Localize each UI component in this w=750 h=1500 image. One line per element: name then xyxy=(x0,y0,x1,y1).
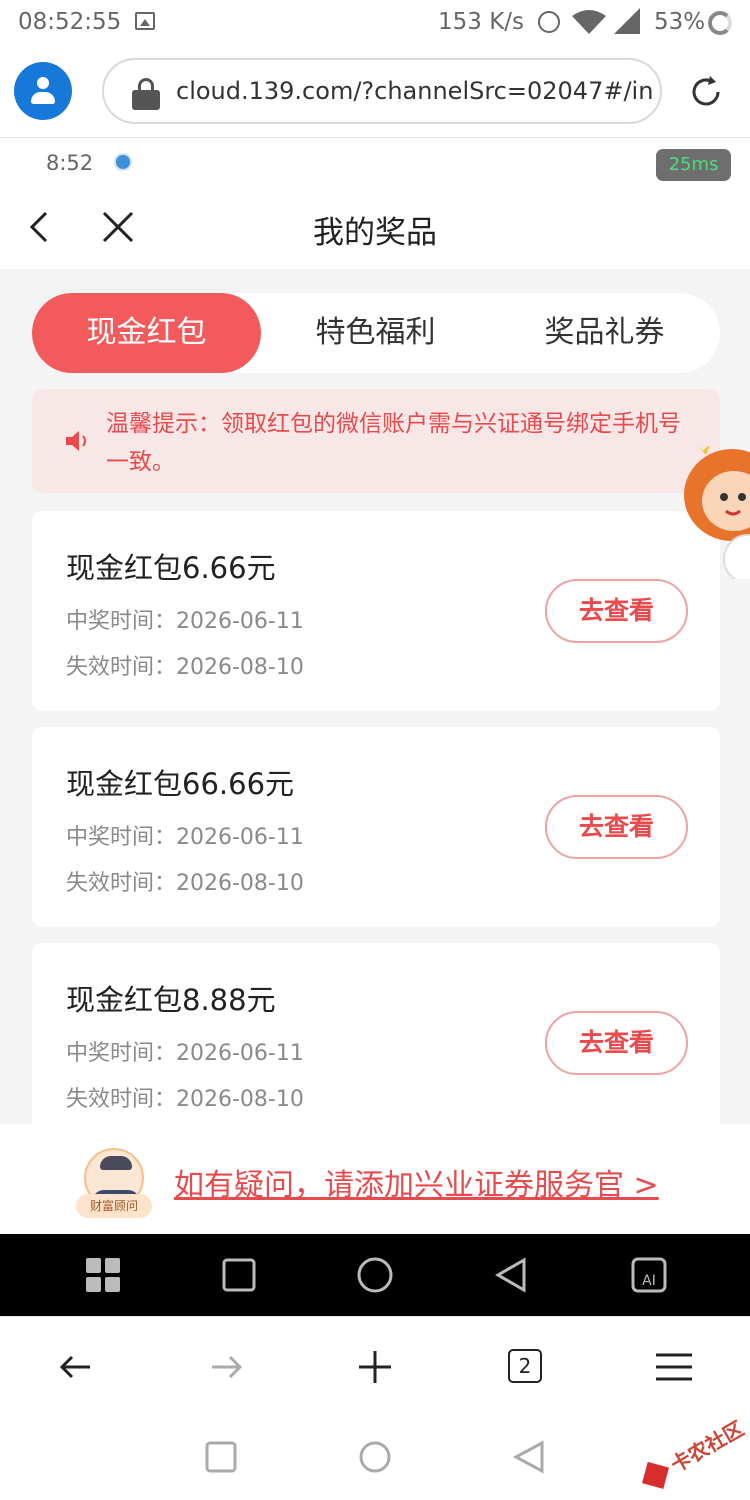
speaker-icon xyxy=(66,431,86,451)
home-icon[interactable] xyxy=(356,1256,394,1294)
reload-icon[interactable] xyxy=(688,74,724,110)
alarm-icon xyxy=(538,11,560,33)
battery-icon xyxy=(708,11,732,35)
mascot-icon[interactable] xyxy=(682,439,750,579)
battery-percent: 53% xyxy=(654,9,706,35)
recents-icon[interactable] xyxy=(220,1256,258,1294)
status-time: 08:52:55 xyxy=(18,9,122,35)
url-text: cloud.139.com/?channelSrc=02047#/inst xyxy=(176,77,652,105)
prize-card: 现金红包8.88元 中奖时间：2026-06-11 失效时间：2026-08-1… xyxy=(32,943,720,1124)
nav-header: 我的奖品 xyxy=(0,185,750,269)
tab-count-button[interactable]: 2 xyxy=(508,1349,542,1383)
expire-time: 失效时间：2026-08-10 xyxy=(66,655,304,680)
advisor-badge: 财富顾问 xyxy=(76,1194,152,1218)
home-icon[interactable] xyxy=(358,1440,392,1474)
browser-back-icon[interactable] xyxy=(58,1349,94,1385)
browser-address-bar: cloud.139.com/?channelSrc=02047#/inst xyxy=(0,46,750,138)
browser-toolbar: 2 xyxy=(0,1316,750,1416)
advisor-avatar: 财富顾问 xyxy=(76,1148,152,1220)
expire-time: 失效时间：2026-08-10 xyxy=(66,871,304,896)
win-time: 中奖时间：2026-06-11 xyxy=(66,1041,304,1066)
wifi-icon xyxy=(572,10,606,34)
browser-forward-icon[interactable] xyxy=(208,1349,244,1385)
tab-prize-coupons[interactable]: 奖品礼券 xyxy=(490,293,719,373)
view-prize-button[interactable]: 去查看 xyxy=(545,579,688,643)
contact-service-link[interactable]: 如有疑问，请添加兴业证券服务官 > xyxy=(174,1160,659,1204)
status-bar: 08:52:55 153 K/s 53% xyxy=(0,0,750,46)
expire-time: 失效时间：2026-08-10 xyxy=(66,1087,304,1112)
prize-card: 现金红包6.66元 中奖时间：2026-06-11 失效时间：2026-08-1… xyxy=(32,511,720,711)
win-time: 中奖时间：2026-06-11 xyxy=(66,825,304,850)
prize-name: 现金红包6.66元 xyxy=(66,551,276,585)
back-triangle-icon[interactable] xyxy=(492,1256,530,1294)
prize-tabs: 现金红包 特色福利 奖品礼券 xyxy=(32,293,720,373)
ai-assistant-icon[interactable]: AI xyxy=(630,1256,668,1294)
lock-icon xyxy=(132,78,160,110)
globe-icon xyxy=(114,153,132,171)
prize-card: 现金红包66.66元 中奖时间：2026-06-11 失效时间：2026-08-… xyxy=(32,727,720,927)
close-icon[interactable] xyxy=(100,209,136,245)
tab-cash-red-packet[interactable]: 现金红包 xyxy=(32,293,261,373)
network-speed: 153 K/s xyxy=(438,9,525,35)
notice-text: 温馨提示：领取红包的微信账户需与兴证通号绑定手机号一致。 xyxy=(106,411,681,475)
back-triangle-icon[interactable] xyxy=(512,1440,546,1474)
svg-text:AI: AI xyxy=(642,1273,656,1289)
system-nav-bar: AI xyxy=(0,1234,750,1316)
win-time: 中奖时间：2026-06-11 xyxy=(66,609,304,634)
tab-special-benefits[interactable]: 特色福利 xyxy=(261,293,490,373)
user-head-icon xyxy=(37,77,49,89)
prize-name: 现金红包8.88元 xyxy=(66,983,276,1017)
image-notification-icon xyxy=(135,12,155,30)
new-tab-icon[interactable] xyxy=(357,1349,393,1385)
back-arrow-icon[interactable] xyxy=(24,209,60,245)
page-time: 8:52 xyxy=(46,151,94,175)
signal-icon xyxy=(614,8,640,34)
page-status-row: 8:52 25ms xyxy=(0,139,750,185)
view-prize-button[interactable]: 去查看 xyxy=(545,795,688,859)
url-field[interactable]: cloud.139.com/?channelSrc=02047#/inst xyxy=(102,58,662,124)
contact-bar: 财富顾问 如有疑问，请添加兴业证券服务官 > xyxy=(0,1124,750,1234)
notice-banner: 温馨提示：领取红包的微信账户需与兴证通号绑定手机号一致。 xyxy=(32,389,720,493)
recents-icon[interactable] xyxy=(204,1440,238,1474)
menu-icon[interactable] xyxy=(656,1349,692,1385)
user-body-icon xyxy=(31,92,55,104)
view-prize-button[interactable]: 去查看 xyxy=(545,1011,688,1075)
latency-badge: 25ms xyxy=(656,149,731,181)
prize-name: 现金红包66.66元 xyxy=(66,767,295,801)
prize-content: 现金红包 特色福利 奖品礼券 温馨提示：领取红包的微信账户需与兴证通号绑定手机号… xyxy=(0,269,750,1124)
browser-account-button[interactable] xyxy=(14,62,72,120)
apps-grid-icon[interactable] xyxy=(84,1256,122,1294)
